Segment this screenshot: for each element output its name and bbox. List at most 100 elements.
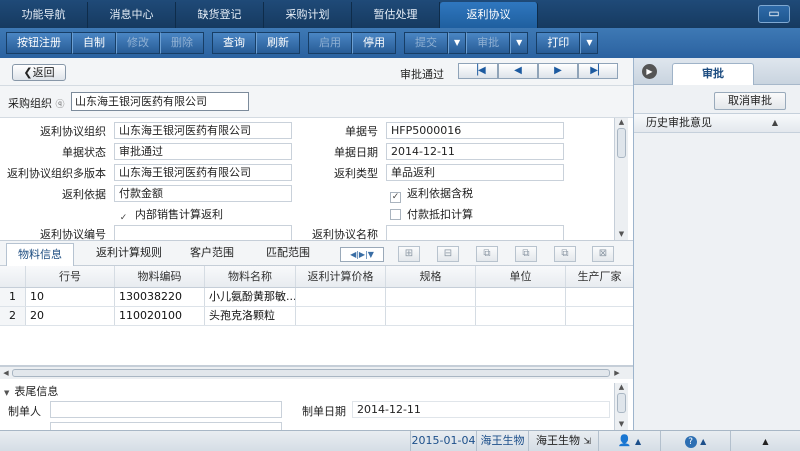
paste-row-icon[interactable]: ⧉ (515, 246, 537, 262)
next-record-icon[interactable]: ▶ (538, 63, 578, 79)
form-scrollbar[interactable]: ▲ ▼ (614, 118, 628, 240)
top-tab-messages[interactable]: 消息中心 (88, 2, 176, 28)
material-grid: 行号 物料编码 物料名称 返利计算价格 规格 单位 生产厂家 1 10 1300… (0, 266, 633, 366)
top-tab-nav[interactable]: 功能导航 (0, 2, 88, 28)
top-tab-rebate-agreement[interactable]: 返利协议 (440, 2, 538, 28)
payment-deduct-checkbox[interactable]: 付款抵扣计算 (390, 208, 473, 222)
user-menu[interactable]: 👤 ▲ (598, 431, 660, 451)
approval-status: 审批通过 (400, 68, 444, 81)
tab-match-scope[interactable]: 匹配范围 (266, 245, 310, 261)
play-icon[interactable]: ▶ (642, 64, 657, 79)
rebate-basis-label: 返利依据 (62, 188, 106, 201)
record-pager: ▕◀ ◀ ▶ ▶▏ (458, 63, 618, 79)
current-company[interactable]: 海王生物 (476, 431, 528, 451)
creator-field[interactable] (50, 401, 282, 418)
approve-button[interactable]: 审批 (466, 32, 511, 54)
last-record-icon[interactable]: ▶▏ (578, 63, 618, 79)
col-material-name[interactable]: 物料名称 (205, 266, 296, 287)
approval-history-header[interactable]: 历史审批意见 ▲ (634, 113, 800, 133)
agreement-no-field[interactable] (114, 225, 292, 240)
col-manufacturer[interactable]: 生产厂家 (566, 266, 633, 287)
print-button[interactable]: 打印 (536, 32, 581, 54)
rebate-org-field[interactable]: 山东海王银河医药有限公司 (114, 122, 292, 139)
tab-rebate-rules[interactable]: 返利计算规则 (96, 245, 162, 261)
help-menu[interactable]: ? ▲ (660, 431, 730, 451)
insert-row-icon[interactable]: ⊟ (437, 246, 459, 262)
query-button[interactable]: 查询 (212, 32, 256, 54)
business-date[interactable]: 2015-01-04 (410, 431, 476, 451)
basis-tax-checkbox[interactable]: ✓ 返利依据含税 (390, 187, 473, 203)
cancel-approval-button[interactable]: 取消审批 (714, 92, 786, 110)
first-record-icon[interactable]: ▕◀ (458, 63, 498, 79)
agreement-name-field[interactable] (386, 225, 564, 240)
multi-version-field[interactable]: 山东海王银河医药有限公司 (114, 164, 292, 181)
doc-date-field[interactable]: 2014-12-11 (386, 143, 564, 160)
chevron-up-icon: ▲ (700, 437, 707, 446)
copy-row-icon[interactable]: ⧉ (476, 246, 498, 262)
tab-scroll-arrows-icon[interactable]: ◀|▶|▼ (340, 247, 384, 262)
top-nav-bar: 功能导航 消息中心 缺货登记 采购计划 暂估处理 返利协议 ▭ (0, 0, 800, 28)
create-date-label: 制单日期 (302, 405, 346, 418)
scroll-up-icon[interactable]: ▲ (615, 383, 628, 393)
tab-approval[interactable]: 审批 (672, 63, 754, 85)
disable-button[interactable]: 停用 (352, 32, 396, 54)
table-row[interactable]: 1 10 130038220 小儿氨酚黄那敏... (0, 288, 633, 307)
scroll-left-icon[interactable]: ◀ (0, 367, 12, 379)
multi-version-label: 返利协议组织多版本 (7, 167, 106, 180)
footer-scrollbar[interactable]: ▲ ▼ (614, 383, 628, 430)
status-bar: 2015-01-04 海王生物 海王生物 ⇲ 👤 ▲ ? ▲ ▲ (0, 430, 800, 451)
paste-append-icon[interactable]: ⧉ (554, 246, 576, 262)
statusbar-expand[interactable]: ▲ (730, 431, 800, 451)
refresh-button[interactable]: 刷新 (256, 32, 300, 54)
collapse-up-icon[interactable]: ▲ (772, 114, 778, 132)
collapse-icon: ▼ (4, 389, 10, 397)
chevron-up-icon: ▲ (635, 437, 642, 446)
self-make-button[interactable]: 自制 (72, 32, 116, 54)
detail-tabs: 物料信息 返利计算规则 客户范围 匹配范围 ◀|▶|▼ ⊞ ⊟ ⧉ ⧉ ⧉ ⊠ (0, 240, 633, 267)
top-tab-estimate[interactable]: 暂估处理 (352, 2, 440, 28)
scroll-down-icon[interactable]: ▼ (615, 230, 628, 240)
purchase-org-input[interactable]: 山东海王银河医药有限公司 (71, 92, 249, 111)
rebate-type-field[interactable]: 单品返利 (386, 164, 564, 181)
top-tab-shortage[interactable]: 缺货登记 (176, 2, 264, 28)
rebate-basis-field[interactable]: 付款金额 (114, 185, 292, 202)
create-date-field[interactable]: 2014-12-11 (352, 401, 610, 418)
scroll-up-icon[interactable]: ▲ (615, 118, 628, 128)
tab-customer-scope[interactable]: 客户范围 (190, 245, 234, 261)
top-tab-purchase-plan[interactable]: 采购计划 (264, 2, 352, 28)
back-button[interactable]: ❮返回 (12, 64, 66, 81)
col-line-no[interactable]: 行号 (26, 266, 115, 287)
delete-button[interactable]: 删除 (160, 32, 204, 54)
scroll-right-icon[interactable]: ▶ (611, 367, 623, 379)
doc-status-field[interactable]: 审批通过 (114, 143, 292, 160)
current-user[interactable]: 海王生物 ⇲ (528, 431, 598, 451)
col-material-code[interactable]: 物料编码 (115, 266, 205, 287)
prev-record-icon[interactable]: ◀ (498, 63, 538, 79)
grid-hscrollbar[interactable]: ◀ ▶ (0, 366, 633, 379)
toolbar: 按钮注册 自制 修改 删除 查询 刷新 启用 停用 提交 ▼ 审批 ▼ 打印 ▼ (0, 28, 800, 58)
approval-panel: ▶ 审批 取消审批 历史审批意见 ▲ (633, 58, 800, 430)
scroll-down-icon[interactable]: ▼ (615, 420, 628, 430)
col-spec[interactable]: 规格 (386, 266, 476, 287)
col-unit[interactable]: 单位 (476, 266, 566, 287)
window-restore-button[interactable]: ▭ (758, 5, 790, 23)
delete-row-icon[interactable]: ⊠ (592, 246, 614, 262)
doc-no-field[interactable]: HFP5000016 (386, 122, 564, 139)
print-dropdown-icon[interactable]: ▼ (580, 32, 599, 54)
submit-button[interactable]: 提交 (404, 32, 448, 54)
footer-section-header[interactable]: ▼ 表尾信息 (4, 383, 58, 399)
submit-dropdown-icon[interactable]: ▼ (448, 32, 467, 54)
help-icon: ⓠ (55, 100, 65, 110)
approve-dropdown-icon[interactable]: ▼ (510, 32, 529, 54)
arrow-icon: ⇲ (583, 437, 592, 447)
tab-material-info[interactable]: 物料信息 (6, 243, 74, 267)
table-row[interactable]: 2 20 110020100 头孢克洛颗粒 (0, 307, 633, 326)
col-rebate-price[interactable]: 返利计算价格 (296, 266, 386, 287)
internal-calc-checkbox[interactable]: ✓ 内部销售计算返利 (118, 208, 223, 225)
grid-header: 行号 物料编码 物料名称 返利计算价格 规格 单位 生产厂家 (0, 266, 633, 288)
edit-button[interactable]: 修改 (116, 32, 160, 54)
register-button[interactable]: 按钮注册 (6, 32, 72, 54)
enable-button[interactable]: 启用 (308, 32, 352, 54)
add-row-icon[interactable]: ⊞ (398, 246, 420, 262)
check-icon: ✓ (119, 213, 128, 223)
